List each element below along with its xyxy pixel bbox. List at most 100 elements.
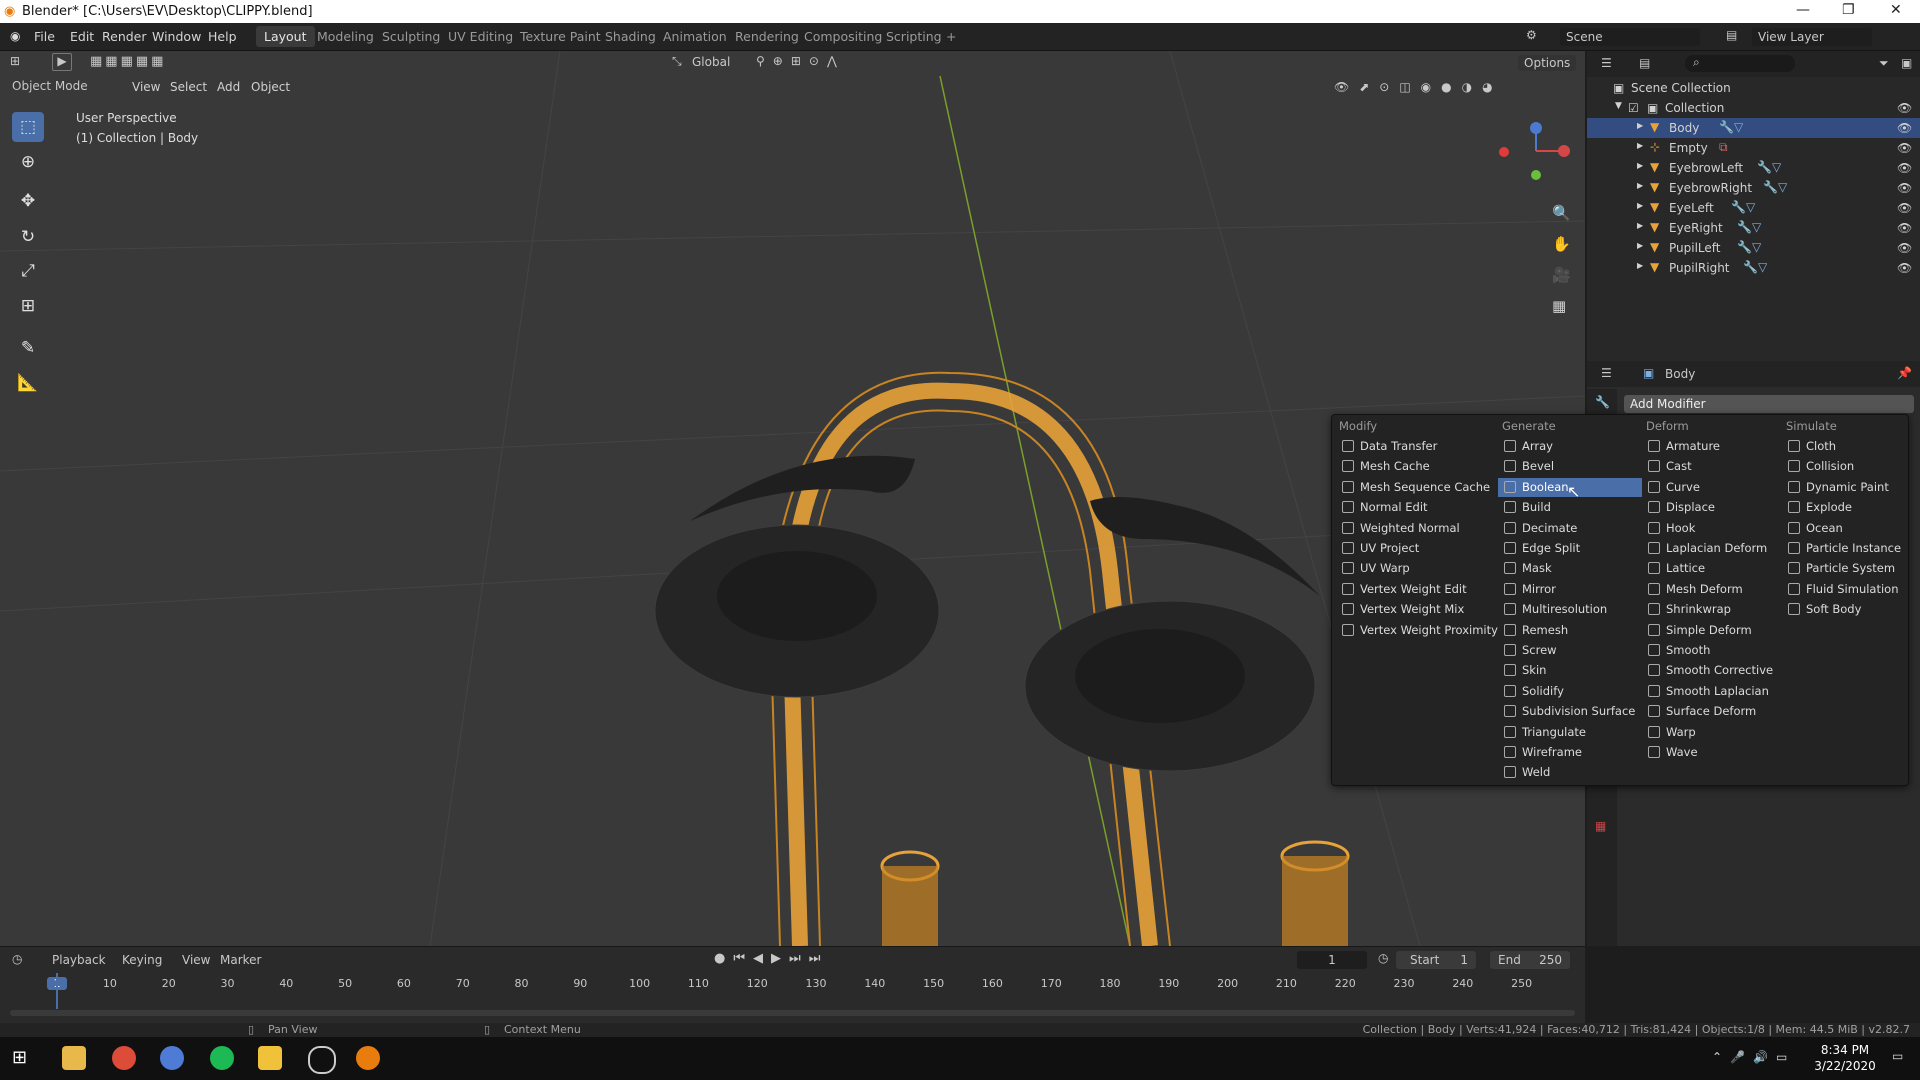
- modifier-item-ocean[interactable]: Ocean: [1782, 519, 1908, 538]
- modifier-item-surface-deform[interactable]: Surface Deform: [1642, 702, 1782, 721]
- outliner-item-eyebrowright[interactable]: ▶ ▼ EyebrowRight 🔧▽ 👁: [1587, 178, 1920, 198]
- timeline-editor-icon[interactable]: ◷: [12, 952, 22, 966]
- timeline-menu-marker[interactable]: Marker: [220, 953, 261, 967]
- viewport-nav-buttons[interactable]: 🔍 ✋ 🎥 ▦: [1552, 198, 1571, 322]
- modifier-item-mask[interactable]: Mask: [1498, 559, 1642, 578]
- viewport-menu-select[interactable]: Select: [170, 80, 207, 94]
- spotify-icon[interactable]: [210, 1046, 234, 1070]
- obs-icon[interactable]: [308, 1046, 336, 1074]
- end-frame-field[interactable]: End 250: [1490, 951, 1570, 969]
- outliner-item-body[interactable]: ▶ ▼ Body 🔧▽ 👁: [1587, 118, 1920, 138]
- modifier-tab-icon[interactable]: 🔧: [1595, 395, 1610, 409]
- modifier-item-bevel[interactable]: Bevel: [1498, 457, 1642, 476]
- expand-arrow-icon[interactable]: ▶: [1637, 221, 1643, 230]
- timeline-ruler[interactable]: 1102030405060708090100110120130140150160…: [0, 973, 1585, 995]
- expand-arrow-icon[interactable]: ▼: [1615, 101, 1622, 111]
- transform-tool[interactable]: ⊞: [12, 291, 44, 321]
- timeline-menu-view[interactable]: View: [182, 953, 210, 967]
- app-icon[interactable]: [258, 1046, 282, 1070]
- tab-animation[interactable]: Animation: [655, 26, 735, 47]
- start-frame-field[interactable]: Start 1: [1396, 951, 1476, 969]
- modifier-item-particle-system[interactable]: Particle System: [1782, 559, 1908, 578]
- modifier-item-cloth[interactable]: Cloth: [1782, 437, 1908, 456]
- menu-render[interactable]: Render: [102, 29, 147, 44]
- menu-window[interactable]: Window: [152, 29, 201, 44]
- system-tray-icons[interactable]: ⌃🎤🔊▭: [1712, 1050, 1795, 1064]
- modifier-item-mirror[interactable]: Mirror: [1498, 580, 1642, 599]
- outliner-collection[interactable]: ▼ ☑ ▣ Collection 👁: [1587, 98, 1920, 118]
- modifier-item-edge-split[interactable]: Edge Split: [1498, 539, 1642, 558]
- modifier-item-multiresolution[interactable]: Multiresolution: [1498, 600, 1642, 619]
- timeline-menu-playback[interactable]: Playback: [52, 953, 106, 967]
- modifier-item-displace[interactable]: Displace: [1642, 498, 1782, 517]
- outliner-item-eyebrowleft[interactable]: ▶ ▼ EyebrowLeft 🔧▽ 👁: [1587, 158, 1920, 178]
- modifier-item-uv-warp[interactable]: UV Warp: [1336, 559, 1496, 578]
- modifier-item-remesh[interactable]: Remesh: [1498, 621, 1642, 640]
- modifier-item-vertex-weight-mix[interactable]: Vertex Weight Mix: [1336, 600, 1496, 619]
- tab-shading[interactable]: Shading: [597, 26, 664, 47]
- viewport-menu-add[interactable]: Add: [217, 80, 240, 94]
- modifier-item-fluid-simulation[interactable]: Fluid Simulation: [1782, 580, 1908, 599]
- display-mode-icon[interactable]: ▤: [1639, 56, 1650, 70]
- texture-tab-icon[interactable]: ▦: [1595, 819, 1606, 833]
- measure-tool[interactable]: 📐: [12, 368, 44, 398]
- modifier-item-mesh-cache[interactable]: Mesh Cache: [1336, 457, 1496, 476]
- tab-texture-paint[interactable]: Texture Paint: [512, 26, 609, 47]
- notifications-icon[interactable]: ▭: [1892, 1049, 1903, 1063]
- modifier-item-weighted-normal[interactable]: Weighted Normal: [1336, 519, 1496, 538]
- snap-proportional-icons[interactable]: ⚲⊕⊞⊙⋀: [756, 54, 845, 68]
- modifier-item-armature[interactable]: Armature: [1642, 437, 1782, 456]
- modifier-item-collision[interactable]: Collision: [1782, 457, 1908, 476]
- expand-arrow-icon[interactable]: ▶: [1637, 121, 1643, 130]
- chrome-icon[interactable]: [112, 1046, 136, 1070]
- menu-file[interactable]: File: [34, 29, 55, 44]
- visibility-eye-icon[interactable]: 👁: [1897, 141, 1912, 155]
- modifier-item-dynamic-paint[interactable]: Dynamic Paint: [1782, 478, 1908, 497]
- outliner-item-eyeleft[interactable]: ▶ ▼ EyeLeft 🔧▽ 👁: [1587, 198, 1920, 218]
- options-dropdown[interactable]: Options: [1518, 55, 1577, 71]
- visibility-eye-icon[interactable]: 👁: [1897, 121, 1912, 135]
- visibility-eye-icon[interactable]: 👁: [1897, 261, 1912, 275]
- modifier-item-particle-instance[interactable]: Particle Instance: [1782, 539, 1908, 558]
- modifier-item-laplacian-deform[interactable]: Laplacian Deform: [1642, 539, 1782, 558]
- properties-editor-icon[interactable]: ☰: [1601, 366, 1612, 380]
- tab-rendering[interactable]: Rendering: [727, 26, 807, 47]
- outliner-scene-collection[interactable]: ▣ Scene Collection: [1587, 78, 1920, 98]
- selection-mode-icons[interactable]: ▦▦▦▦▦: [90, 54, 166, 69]
- tab-uv-editing[interactable]: UV Editing: [440, 26, 521, 47]
- modifier-item-soft-body[interactable]: Soft Body: [1782, 600, 1908, 619]
- expand-arrow-icon[interactable]: ▶: [1637, 261, 1643, 270]
- modifier-item-simple-deform[interactable]: Simple Deform: [1642, 621, 1782, 640]
- add-workspace-icon[interactable]: +: [938, 26, 964, 47]
- visibility-eye-icon[interactable]: 👁: [1897, 201, 1912, 215]
- davinci-icon[interactable]: [160, 1046, 184, 1070]
- modifier-item-weld[interactable]: Weld: [1498, 763, 1642, 782]
- modifier-item-lattice[interactable]: Lattice: [1642, 559, 1782, 578]
- expand-arrow-icon[interactable]: ▶: [1637, 161, 1643, 170]
- modifier-item-build[interactable]: Build: [1498, 498, 1642, 517]
- rotate-tool[interactable]: ↻: [12, 222, 44, 252]
- checkbox-icon[interactable]: ☑: [1628, 101, 1639, 115]
- modifier-item-explode[interactable]: Explode: [1782, 498, 1908, 517]
- menu-edit[interactable]: Edit: [70, 29, 94, 44]
- modifier-item-uv-project[interactable]: UV Project: [1336, 539, 1496, 558]
- object-mode-dropdown[interactable]: Object Mode: [12, 79, 88, 93]
- visibility-eye-icon[interactable]: 👁: [1897, 101, 1912, 115]
- expand-arrow-icon[interactable]: ▶: [1637, 241, 1643, 250]
- modifier-item-curve[interactable]: Curve: [1642, 478, 1782, 497]
- modifier-item-shrinkwrap[interactable]: Shrinkwrap: [1642, 600, 1782, 619]
- viewport-menu-object[interactable]: Object: [251, 80, 290, 94]
- tab-sculpting[interactable]: Sculpting: [374, 26, 448, 47]
- annotate-tool[interactable]: ✎: [12, 333, 44, 363]
- timeline-menu-keying[interactable]: Keying: [122, 953, 162, 967]
- outliner-search-input[interactable]: ⌕: [1685, 55, 1795, 72]
- modifier-item-hook[interactable]: Hook: [1642, 519, 1782, 538]
- modifier-item-array[interactable]: Array: [1498, 437, 1642, 456]
- modifier-item-smooth[interactable]: Smooth: [1642, 641, 1782, 660]
- expand-arrow-icon[interactable]: ▶: [1637, 141, 1643, 150]
- pin-icon[interactable]: 📌: [1897, 366, 1912, 380]
- editor-type-icon[interactable]: ⊞: [10, 54, 20, 68]
- viewport-menu-view[interactable]: View: [132, 80, 160, 94]
- visibility-eye-icon[interactable]: 👁: [1897, 241, 1912, 255]
- modifier-item-decimate[interactable]: Decimate: [1498, 519, 1642, 538]
